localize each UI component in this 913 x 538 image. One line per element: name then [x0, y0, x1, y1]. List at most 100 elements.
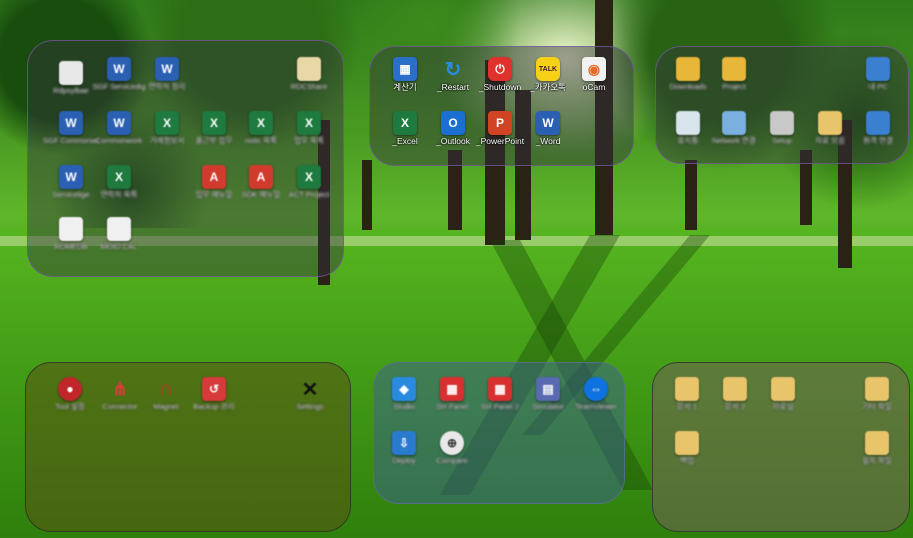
folder-doc-icon: [771, 377, 795, 401]
desktop-icon[interactable]: X 거래정보서: [141, 111, 193, 163]
ocam-icon: ◉: [582, 57, 606, 81]
magnet-icon: ∩: [158, 377, 174, 400]
desktop-icon[interactable]: 내 PC: [852, 57, 904, 109]
desktop-icon[interactable]: ↻ _Restart: [427, 57, 479, 109]
restart-icon: ↻: [444, 58, 462, 81]
desktop-icon[interactable]: 설치 파일: [851, 431, 903, 483]
pdf-icon: A: [249, 165, 273, 189]
desktop-icon[interactable]: W 연락처 정리: [141, 57, 193, 109]
desktop-icon[interactable]: A 업무 매뉴얼: [188, 165, 240, 217]
kakaotalk-icon: TALK: [536, 57, 560, 81]
word-doc-icon: W: [107, 111, 131, 135]
desktop-icon[interactable]: X _Excel: [379, 111, 431, 163]
icon-group-top-right: Downloads Project 내 PC 휴지통 Network 연결 Se…: [655, 46, 909, 164]
folder-doc-icon: [675, 431, 699, 455]
file-icon: [297, 57, 321, 81]
desktop-icon[interactable]: 기타 파일: [851, 377, 903, 429]
wallpaper-trunk: [362, 160, 372, 230]
desktop-icon[interactable]: 문서 2: [709, 377, 761, 429]
desktop-icon[interactable]: ▤ Simulator: [522, 377, 574, 429]
folder-doc-icon: [865, 377, 889, 401]
desktop-icon[interactable]: ● Tool 설정: [44, 377, 96, 429]
desktop-icon[interactable]: X 연락처 목록: [93, 165, 145, 217]
folder-doc-icon: [675, 377, 699, 401]
shutdown-icon: ⏻: [488, 57, 512, 81]
panel-red-icon: ▦: [440, 377, 464, 401]
desktop-icon[interactable]: W SGF Commonwo: [43, 111, 99, 163]
desktop-icon[interactable]: 자료실: [757, 377, 809, 429]
excel-doc-icon: X: [249, 111, 273, 135]
simulator-icon: ▤: [536, 377, 560, 401]
desktop-icon[interactable]: TALK _카카오톡: [522, 57, 574, 109]
excel-icon: X: [393, 111, 417, 135]
desktop-icon[interactable]: X 업무 목록: [283, 111, 335, 163]
icon-group-bottom-center: ◆ Studio ▦ SH Panel ▦ SH Panel 2 ▤ Simulator…: [373, 362, 625, 504]
desktop-icon[interactable]: W Commonwork: [93, 111, 145, 163]
panel-red-icon: ▦: [488, 377, 512, 401]
desktop-icon[interactable]: ⇩ Deploy: [378, 431, 430, 483]
calculator-icon: ▦: [393, 57, 417, 81]
desktop-icon[interactable]: 원격 연결: [852, 111, 904, 163]
desktop-icon[interactable]: ⇔ TeamViewer: [570, 377, 622, 429]
powerpoint-icon: P: [488, 111, 512, 135]
folder-icon: [722, 57, 746, 81]
word-doc-icon: W: [59, 111, 83, 135]
desktop-icon[interactable]: Project: [708, 57, 760, 109]
network-icon: [722, 111, 746, 135]
desktop-icon[interactable]: ▦ SH Panel 2: [474, 377, 526, 429]
folder-doc-icon: [865, 431, 889, 455]
desktop-icon[interactable]: ▦ SH Panel: [426, 377, 478, 429]
desktop-icon[interactable]: Xnotic 목록: [235, 111, 287, 163]
pdf-icon: A: [202, 165, 226, 189]
desktop[interactable]: Rdpsylbae W SGF Servicedig W 연락처 정리 RDCSha…: [0, 0, 913, 538]
outlook-icon: O: [441, 111, 465, 135]
desktop-icon[interactable]: Network 연결: [708, 111, 760, 163]
desktop-icon[interactable]: ⊕ Compare: [426, 431, 478, 483]
backup-icon: ↺: [202, 377, 226, 401]
icon-group-top-left: Rdpsylbae W SGF Servicedig W 연락처 정리 RDCSha…: [27, 40, 344, 277]
studio-icon: ◆: [392, 377, 416, 401]
excel-doc-icon: X: [297, 111, 321, 135]
file-icon: [59, 61, 83, 85]
folder-doc-icon: [818, 111, 842, 135]
desktop-icon[interactable]: X 출근부 업무: [188, 111, 240, 163]
desktop-icon[interactable]: O _Outlook: [427, 111, 479, 163]
desktop-icon[interactable]: RDCShare: [283, 57, 335, 109]
folder-doc-icon: [723, 377, 747, 401]
desktop-icon[interactable]: ◆ Studio: [378, 377, 430, 429]
word-doc-icon: W: [107, 57, 131, 81]
desktop-icon[interactable]: W Servicelige: [45, 165, 97, 217]
drive-icon: [770, 111, 794, 135]
desktop-icon[interactable]: ◉ oCam: [568, 57, 620, 109]
word-icon: W: [536, 111, 560, 135]
folder-icon: [676, 57, 700, 81]
excel-doc-icon: X: [155, 111, 179, 135]
file-icon: [59, 217, 83, 241]
wallpaper-trunk: [685, 160, 697, 230]
desktop-icon[interactable]: P _PowerPoint: [474, 111, 526, 163]
desktop-icon[interactable]: W SGF Servicedig: [93, 57, 145, 109]
desktop-icon[interactable]: W _Word: [522, 111, 574, 163]
tools-icon: ✕: [301, 378, 319, 401]
desktop-icon[interactable]: ▦ 계산기: [379, 57, 431, 109]
desktop-icon[interactable]: 휴지통: [662, 111, 714, 163]
desktop-icon[interactable]: Downloads: [662, 57, 714, 109]
desktop-icon[interactable]: ↺ Backup 관리: [188, 377, 240, 429]
word-doc-icon: W: [155, 57, 179, 81]
desktop-icon[interactable]: 문서 1: [661, 377, 713, 429]
desktop-icon[interactable]: ✕ Settings: [284, 377, 336, 429]
desktop-icon[interactable]: Setup: [756, 111, 808, 163]
desktop-icon[interactable]: ⏻ _Shutdown: [474, 57, 526, 109]
desktop-icon[interactable]: 백업: [661, 431, 713, 483]
desktop-icon[interactable]: ⋔ Connector: [94, 377, 146, 429]
computer-icon: [866, 57, 890, 81]
desktop-icon[interactable]: ∩ Magnet: [140, 377, 192, 429]
desktop-icon[interactable]: 자료 모음: [804, 111, 856, 163]
desktop-icon[interactable]: X ACT Project: [283, 165, 335, 217]
icon-group-bottom-left: ● Tool 설정 ⋔ Connector ∩ Magnet ↺ Backup 관리 ✕…: [25, 362, 351, 532]
desktop-icon[interactable]: RDMEDB: [45, 217, 97, 269]
excel-doc-icon: X: [107, 165, 131, 189]
desktop-icon[interactable]: MOID CAL: [93, 217, 145, 269]
desktop-icon[interactable]: A SDK 매뉴얼: [235, 165, 287, 217]
desktop-icon[interactable]: Rdpsylbae: [45, 61, 97, 113]
